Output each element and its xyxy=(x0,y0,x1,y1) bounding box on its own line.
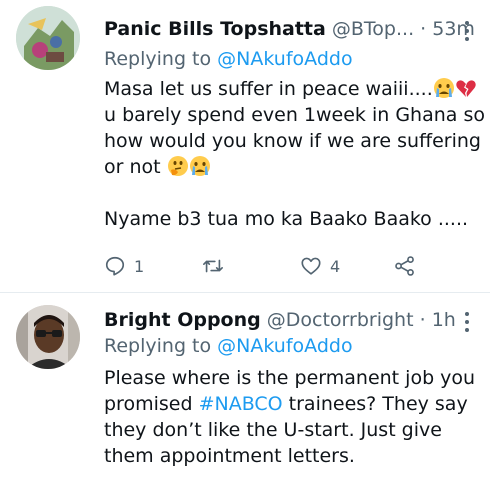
display-name[interactable]: Bright Oppong xyxy=(104,309,261,331)
avatar[interactable] xyxy=(16,305,80,369)
text-line: u barely spend even 1week in Ghana so xyxy=(104,104,485,126)
avatar[interactable] xyxy=(16,6,80,70)
separator: · xyxy=(419,309,426,331)
text-line: them appointment letters. xyxy=(104,445,355,467)
replying-prefix: Replying to xyxy=(104,335,212,357)
thinking-face-emoji xyxy=(167,155,189,177)
hashtag-link[interactable]: #NABCO xyxy=(199,393,283,415)
mention-link[interactable]: @NAkufoAddo xyxy=(217,335,352,357)
handle[interactable]: @Doctorrbright xyxy=(267,309,414,331)
text-line: trainees? They say xyxy=(282,393,468,415)
replying-to: Replying to @NAkufoAddo xyxy=(104,333,353,359)
share-icon xyxy=(394,255,416,277)
text-line: promised xyxy=(104,393,199,415)
reply-count: 1 xyxy=(134,256,145,276)
crying-face-emoji xyxy=(189,155,211,177)
like-button[interactable]: 4 xyxy=(300,253,340,279)
display-name[interactable]: Panic Bills Topshatta xyxy=(104,18,326,40)
like-count: 4 xyxy=(330,256,341,276)
crying-face-emoji xyxy=(433,77,455,99)
timestamp[interactable]: 1h xyxy=(432,309,456,331)
tweet-actions: 1 4 xyxy=(104,253,434,279)
share-button[interactable] xyxy=(394,253,416,279)
tweet-2[interactable]: Bright Oppong @Doctorrbright · 1h Replyi… xyxy=(0,293,490,484)
tweet-header: Bright Oppong @Doctorrbright · 1h xyxy=(104,307,456,333)
retweet-button[interactable] xyxy=(202,253,232,279)
like-icon xyxy=(300,255,322,277)
more-icon[interactable] xyxy=(464,20,470,42)
tweet-text: Masa let us suffer in peace waiii.... u … xyxy=(104,76,485,232)
text-line: they don’t like the U-start. Just give xyxy=(104,419,442,441)
text-line: how would you know if we are suffering xyxy=(104,130,481,152)
text-line: or not xyxy=(104,156,161,178)
tweet-text: Please where is the permanent job you pr… xyxy=(104,365,476,469)
text-line: Masa let us suffer in peace waiii.... xyxy=(104,78,433,100)
text-line: Please where is the permanent job you xyxy=(104,367,476,389)
retweet-icon xyxy=(202,255,224,277)
more-icon[interactable] xyxy=(464,311,470,333)
replying-prefix: Replying to xyxy=(104,48,212,70)
mention-link[interactable]: @NAkufoAddo xyxy=(217,48,352,70)
reply-icon xyxy=(104,255,126,277)
reply-button[interactable]: 1 xyxy=(104,253,144,279)
replying-to: Replying to @NAkufoAddo xyxy=(104,46,353,72)
text-line: Nyame b3 tua mo ka Baako Baako ..... xyxy=(104,208,469,230)
tweet-header: Panic Bills Topshatta @BTop... · 53m xyxy=(104,16,475,42)
handle[interactable]: @BTop... xyxy=(332,18,414,40)
broken-heart-emoji xyxy=(455,77,477,99)
tweet-1[interactable]: Panic Bills Topshatta @BTop... · 53m Rep… xyxy=(0,0,490,292)
separator: · xyxy=(420,18,427,40)
